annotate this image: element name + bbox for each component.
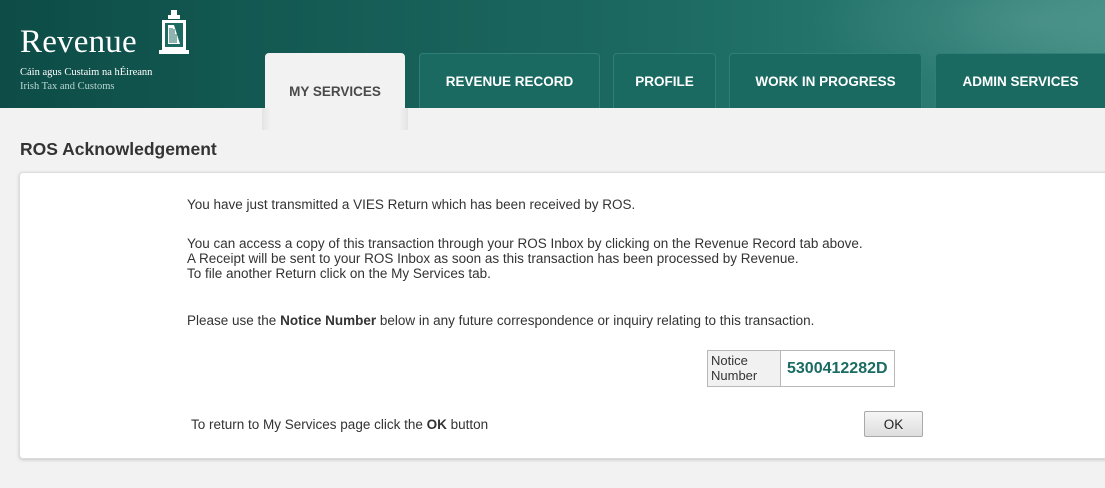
page-title: ROS Acknowledgement [20, 139, 217, 159]
receipt-message: A Receipt will be sent to your ROS Inbox… [187, 251, 799, 266]
harp-crest-icon [159, 10, 189, 54]
notice-number-table: Notice Number 5300412282D [707, 350, 895, 387]
file-another-message: To file another Return click on the My S… [187, 266, 491, 281]
active-tab-shadow [262, 108, 408, 130]
notice-number-value: 5300412282D [787, 359, 888, 377]
return-instruction-suffix: button [446, 417, 489, 432]
tab-revenue-record[interactable]: REVENUE RECORD [419, 53, 600, 108]
tab-label: PROFILE [635, 73, 694, 89]
notice-instruction-bold: Notice Number [280, 313, 377, 328]
brand-name: Revenue [20, 24, 137, 60]
tab-admin-services[interactable]: ADMIN SERVICES [935, 53, 1105, 108]
ok-button[interactable]: OK [864, 411, 923, 437]
tab-profile[interactable]: PROFILE [613, 53, 716, 108]
brand-subtitle-irish: Cáin agus Custaim na hÉireann [20, 67, 153, 78]
notice-instruction-prefix: Please use the [187, 313, 281, 328]
notice-instruction-suffix: below in any future correspondence or in… [376, 313, 815, 328]
tab-label: MY SERVICES [289, 83, 381, 99]
tab-label: REVENUE RECORD [445, 73, 574, 89]
return-instruction-bold: OK [426, 417, 447, 432]
tab-label: WORK IN PROGRESS [755, 73, 896, 89]
return-instruction: To return to My Services page click the … [191, 417, 488, 433]
inbox-access-message: You can access a copy of this transactio… [187, 236, 863, 251]
brand-subtitle-english: Irish Tax and Customs [20, 81, 115, 92]
tab-label: ADMIN SERVICES [962, 73, 1079, 89]
revenue-logo[interactable]: Revenue Cáin agus Custaim na hÉireann Ir… [20, 10, 220, 92]
notice-instruction: Please use the Notice Number below in an… [187, 313, 814, 329]
transmitted-message: You have just transmitted a VIES Return … [187, 197, 636, 212]
return-instruction-prefix: To return to My Services page click the [191, 417, 427, 432]
tab-work-in-progress[interactable]: WORK IN PROGRESS [729, 53, 922, 108]
notice-number-label: Notice Number [708, 351, 781, 386]
